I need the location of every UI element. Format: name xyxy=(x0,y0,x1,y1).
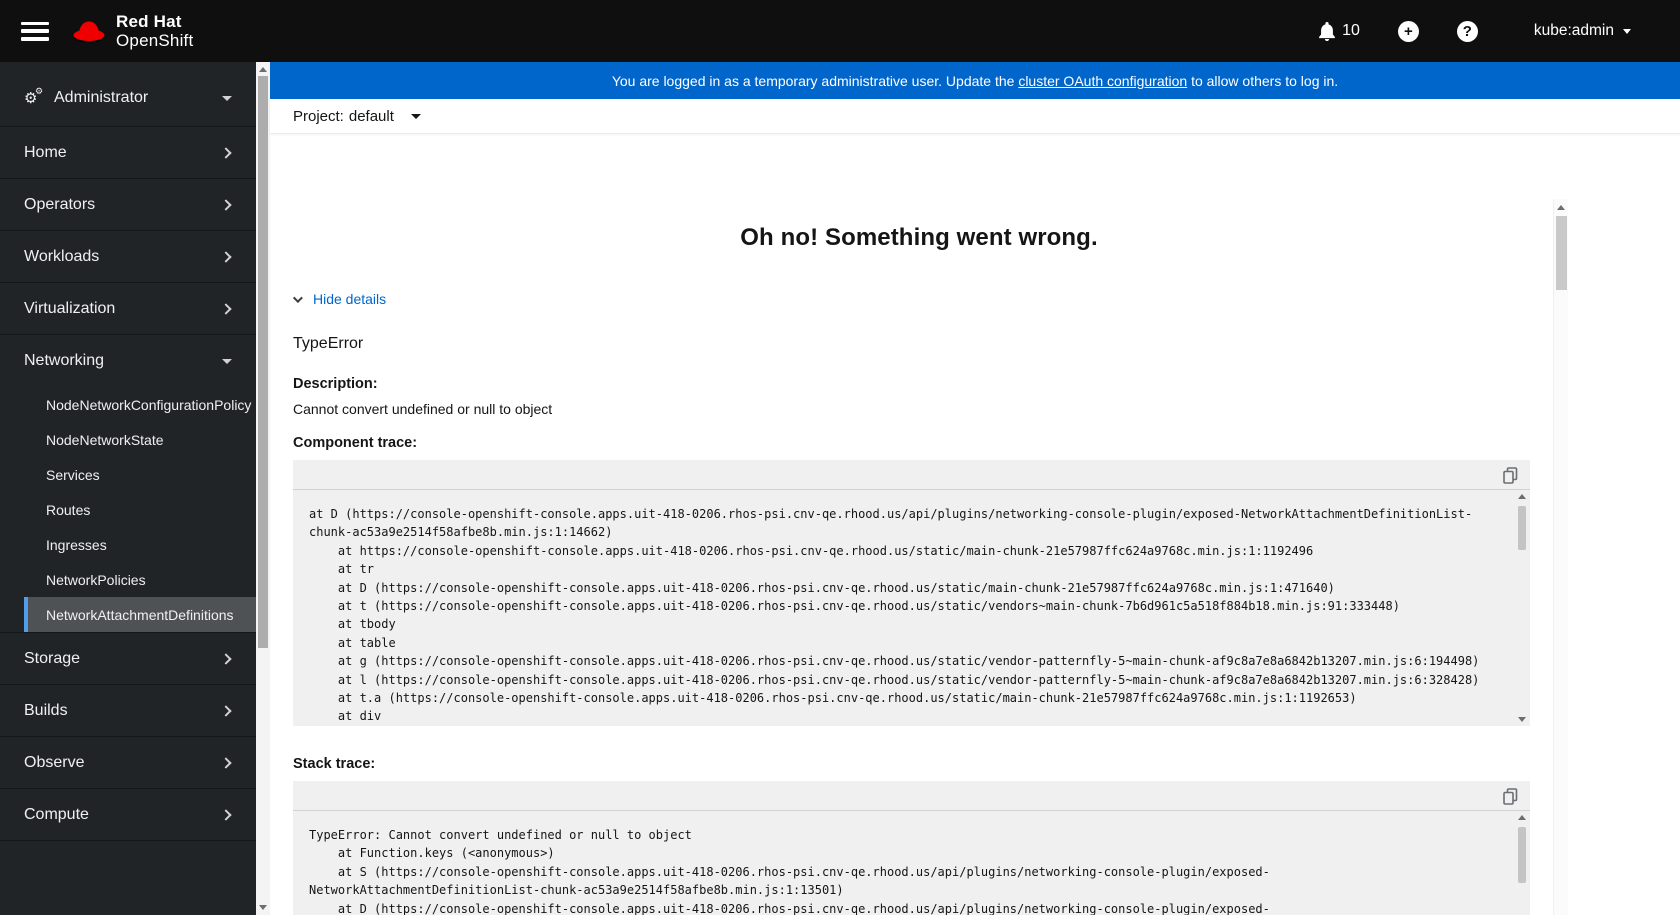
username: kube:admin xyxy=(1533,22,1614,39)
sidebar-item-home[interactable]: Home xyxy=(0,127,256,179)
description-value: Cannot convert undefined or null to obje… xyxy=(293,401,553,417)
chevron-right-icon xyxy=(220,198,232,211)
description-label: Description: xyxy=(293,376,378,392)
component-trace-label: Component trace: xyxy=(293,435,418,451)
sidebar-scrollbar[interactable] xyxy=(256,62,270,915)
scroll-down-icon[interactable] xyxy=(259,905,267,910)
chevron-right-icon xyxy=(220,250,232,263)
bell-icon xyxy=(1319,21,1336,41)
project-label: Project: xyxy=(293,107,344,125)
caret-down-icon xyxy=(1623,28,1631,34)
sidebar-item-nodenetworkstate[interactable]: NodeNetworkState xyxy=(0,422,256,457)
chevron-right-icon xyxy=(220,302,232,315)
temp-admin-banner: You are logged in as a temporary adminis… xyxy=(270,62,1680,99)
sidebar-item-services[interactable]: Services xyxy=(0,457,256,492)
project-value: default xyxy=(348,107,394,125)
cogs-icon: ⚙ ⚙ xyxy=(24,86,44,107)
copy-icon[interactable] xyxy=(1503,788,1518,810)
app-launcher-icon[interactable] xyxy=(1265,23,1282,40)
scroll-up-icon[interactable] xyxy=(1557,205,1565,210)
networking-subnav: NodeNetworkConfigurationPolicy NodeNetwo… xyxy=(0,387,256,633)
notification-count-badge: 10 xyxy=(1342,22,1360,39)
copy-icon[interactable] xyxy=(1503,467,1518,489)
nav-toggle-button[interactable] xyxy=(21,21,49,41)
scroll-up-icon[interactable] xyxy=(1518,494,1526,499)
stack-trace-scrollbar[interactable] xyxy=(1517,815,1528,915)
notifications-button[interactable]: 10 xyxy=(1318,21,1360,41)
sidebar-item-compute[interactable]: Compute xyxy=(0,789,256,841)
user-menu[interactable]: kube:admin xyxy=(1534,22,1631,40)
sidebar-item-observe[interactable]: Observe xyxy=(0,737,256,789)
stack-trace-text: TypeError: Cannot convert undefined or n… xyxy=(309,828,1270,915)
perspective-switcher[interactable]: ⚙ ⚙ Administrator xyxy=(0,70,256,127)
caret-down-icon xyxy=(222,358,232,364)
component-trace-scrollbar[interactable] xyxy=(1517,494,1528,722)
sidebar-item-networkattachmentdefinitions[interactable]: NetworkAttachmentDefinitions xyxy=(24,597,256,632)
sidebar-item-networkpolicies[interactable]: NetworkPolicies xyxy=(0,562,256,597)
quick-create-icon[interactable]: + xyxy=(1397,20,1419,42)
content-scrollbar-thumb[interactable] xyxy=(1556,216,1567,290)
content-scrollbar[interactable] xyxy=(1553,199,1568,915)
help-icon[interactable]: ? xyxy=(1456,20,1478,42)
error-type: TypeError xyxy=(293,335,364,352)
masthead-toolbar: 10 + ? kube:admin xyxy=(1265,20,1631,42)
red-hat-logo-icon xyxy=(73,21,105,42)
sidebar-item-nodenetworkconfigurationpolicy[interactable]: NodeNetworkConfigurationPolicy xyxy=(0,387,256,422)
sidebar-item-networking[interactable]: Networking xyxy=(0,335,256,387)
sidebar-item-routes[interactable]: Routes xyxy=(0,492,256,527)
chevron-right-icon xyxy=(220,146,232,159)
sidebar-scrollbar-thumb[interactable] xyxy=(258,76,268,648)
scroll-up-icon[interactable] xyxy=(259,67,267,72)
project-selector[interactable]: Project: default xyxy=(270,99,1680,134)
sidebar-item-ingresses[interactable]: Ingresses xyxy=(0,527,256,562)
chevron-down-icon xyxy=(292,292,303,303)
chevron-right-icon xyxy=(220,704,232,717)
hide-details-toggle[interactable]: Hide details xyxy=(292,291,1530,307)
sidebar-item-storage[interactable]: Storage xyxy=(0,633,256,685)
chevron-right-icon xyxy=(220,756,232,769)
component-trace-text: at D (https://console-openshift-console.… xyxy=(309,507,1480,724)
stack-trace-block: TypeError: Cannot convert undefined or n… xyxy=(293,781,1530,915)
component-trace-block: at D (https://console-openshift-console.… xyxy=(293,460,1530,726)
sidebar-item-virtualization[interactable]: Virtualization xyxy=(0,283,256,335)
caret-down-icon xyxy=(222,95,232,101)
sidebar-item-operators[interactable]: Operators xyxy=(0,179,256,231)
sidebar-nav: ⚙ ⚙ Administrator Home Operators Workload… xyxy=(0,62,256,915)
error-content: Oh no! Something went wrong. Hide detail… xyxy=(270,197,1568,915)
page-title: Oh no! Something went wrong. xyxy=(740,224,1098,251)
chevron-right-icon xyxy=(220,652,232,665)
caret-down-icon xyxy=(410,113,421,119)
main-area: You are logged in as a temporary adminis… xyxy=(270,62,1680,915)
brand-line2: OpenShift xyxy=(116,31,194,50)
brand-logo: Red Hat OpenShift xyxy=(71,12,193,50)
perspective-label: Administrator xyxy=(54,89,149,106)
brand-line1: Red Hat xyxy=(116,11,182,31)
cluster-oauth-link[interactable]: cluster OAuth configuration xyxy=(1018,73,1187,89)
scroll-down-icon[interactable] xyxy=(1518,717,1526,722)
sidebar-item-builds[interactable]: Builds xyxy=(0,685,256,737)
scroll-up-icon[interactable] xyxy=(1518,815,1526,820)
chevron-right-icon xyxy=(220,808,232,821)
stack-trace-label: Stack trace: xyxy=(293,756,376,772)
masthead: Red Hat OpenShift 10 + ? kube:admin xyxy=(0,0,1680,62)
sidebar-item-workloads[interactable]: Workloads xyxy=(0,231,256,283)
